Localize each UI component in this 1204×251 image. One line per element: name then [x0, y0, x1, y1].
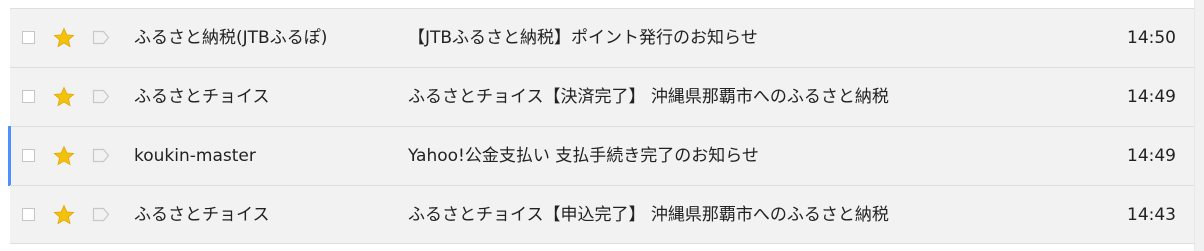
email-subject: ふるさとチョイス【申込完了】 沖縄県那覇市へのふるさと納税	[408, 205, 889, 225]
checkbox-icon[interactable]	[22, 208, 35, 221]
email-sender: ふるさとチョイス	[134, 87, 270, 107]
importance-marker-icon[interactable]	[92, 207, 110, 222]
star-icon[interactable]	[52, 203, 76, 227]
star-icon[interactable]	[52, 85, 76, 109]
email-time: 14:49	[1127, 146, 1176, 166]
email-list: ふるさと納税(JTBふるぽ) 【JTBふるさと納税】ポイント発行のお知らせ 14…	[0, 0, 1204, 251]
email-subject: 【JTBふるさと納税】ポイント発行のお知らせ	[408, 28, 758, 48]
email-row[interactable]: ふるさと納税(JTBふるぽ) 【JTBふるさと納税】ポイント発行のお知らせ 14…	[10, 8, 1194, 67]
email-time: 14:43	[1127, 205, 1176, 225]
email-time: 14:50	[1127, 28, 1176, 48]
email-row[interactable]: ふるさとチョイス ふるさとチョイス【決済完了】 沖縄県那覇市へのふるさと納税 1…	[10, 67, 1194, 126]
email-row[interactable]: ふるさとチョイス ふるさとチョイス【申込完了】 沖縄県那覇市へのふるさと納税 1…	[10, 185, 1194, 244]
star-icon[interactable]	[52, 144, 76, 168]
checkbox-icon[interactable]	[22, 31, 35, 44]
importance-marker-icon[interactable]	[92, 148, 110, 163]
scrollbar[interactable]	[1194, 0, 1204, 251]
email-subject: ふるさとチョイス【決済完了】 沖縄県那覇市へのふるさと納税	[408, 87, 889, 107]
email-subject: Yahoo!公金支払い 支払手続き完了のお知らせ	[408, 146, 759, 166]
email-sender: koukin-master	[134, 146, 256, 166]
checkbox-icon[interactable]	[22, 149, 35, 162]
email-sender: ふるさと納税(JTBふるぽ)	[134, 28, 328, 48]
email-sender: ふるさとチョイス	[134, 205, 270, 225]
importance-marker-icon[interactable]	[92, 30, 110, 45]
star-icon[interactable]	[52, 26, 76, 50]
email-time: 14:49	[1127, 87, 1176, 107]
email-row-selected[interactable]: koukin-master Yahoo!公金支払い 支払手続き完了のお知らせ 1…	[8, 126, 1194, 186]
importance-marker-icon[interactable]	[92, 89, 110, 104]
checkbox-icon[interactable]	[22, 90, 35, 103]
